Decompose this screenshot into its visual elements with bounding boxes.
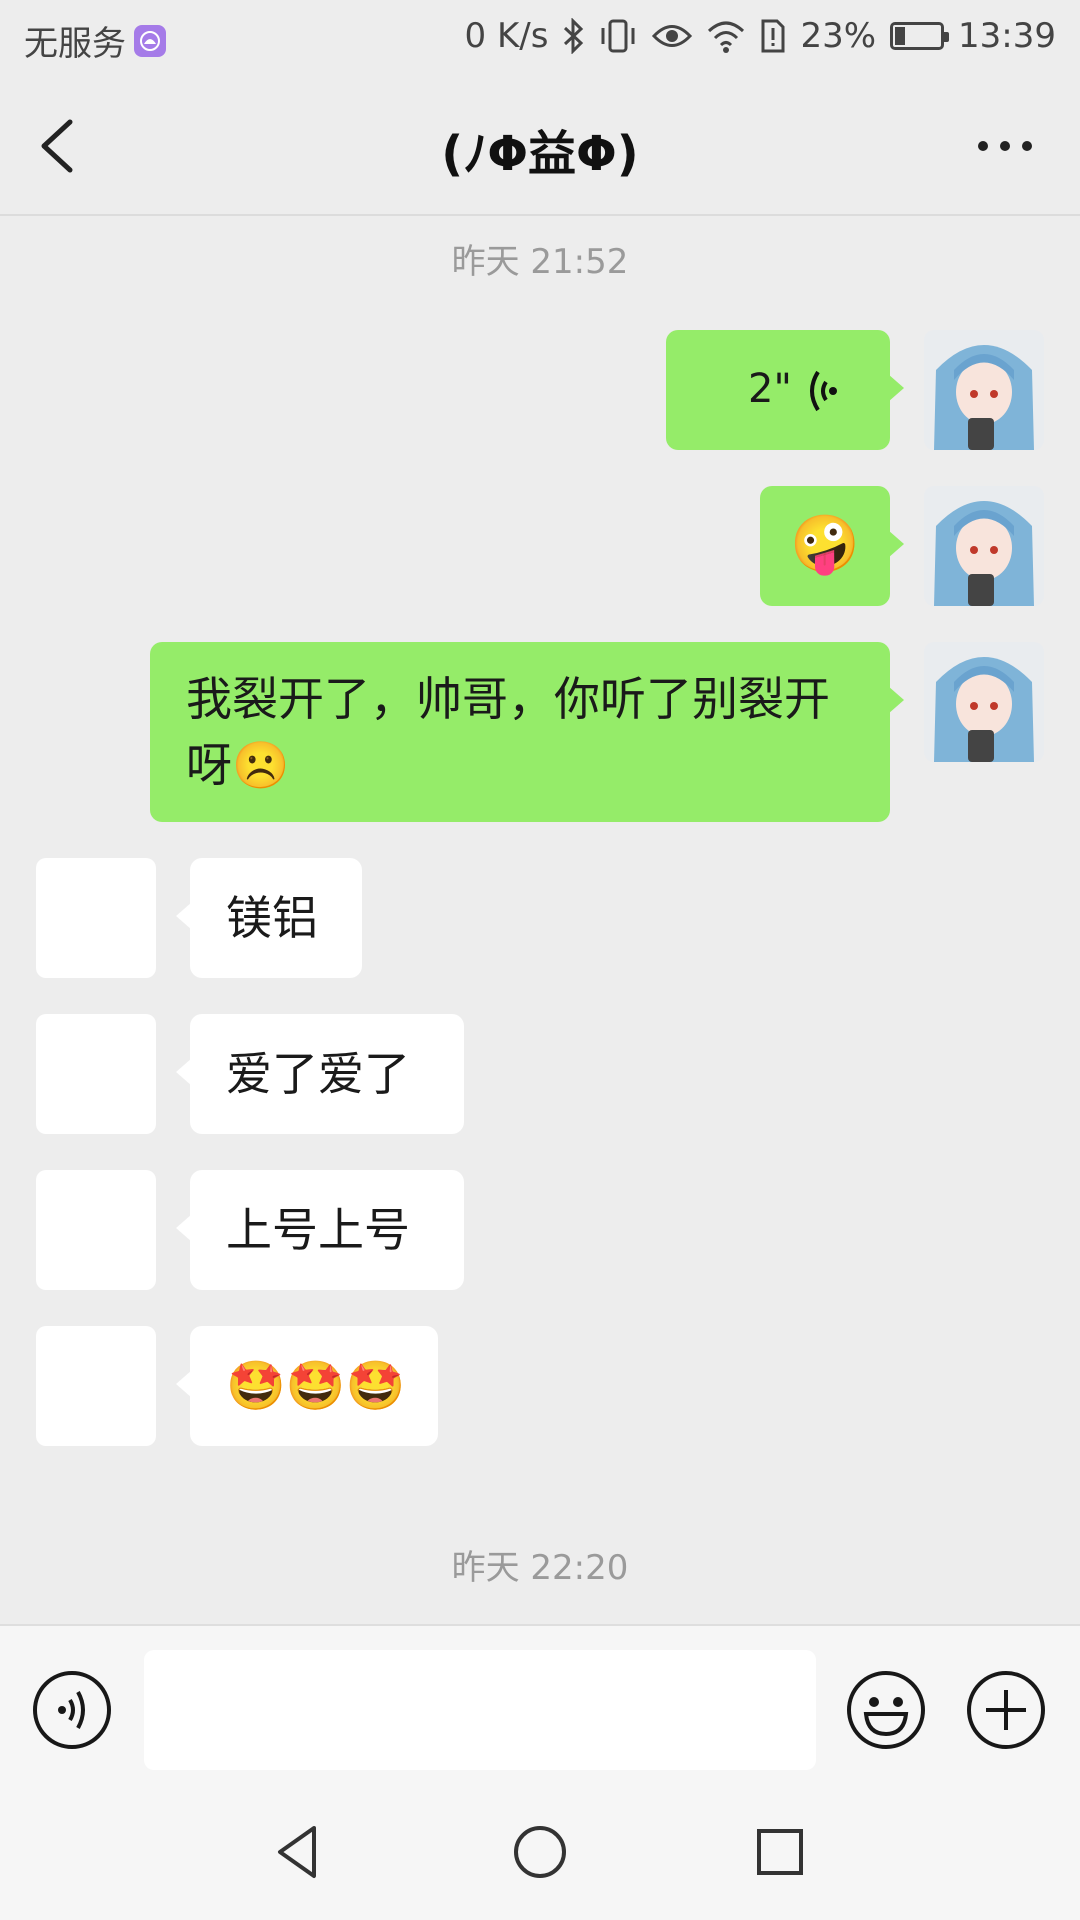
timestamp: 昨天 22:20 [451,1548,629,1588]
vibrate-icon [601,19,635,53]
carrier-app-icon [134,24,166,57]
battery-icon [890,22,950,50]
eye-icon [652,25,693,47]
clock: 13:39 [958,16,1056,56]
emoji-face-icon[interactable] [846,1670,926,1750]
plus-icon[interactable] [966,1670,1046,1750]
contact-avatar[interactable] [36,1326,156,1446]
contact-avatar[interactable] [36,1014,156,1134]
voice-message-bubble[interactable]: 2" [666,330,904,450]
more-dots-icon[interactable] [970,126,1040,166]
net-speed: 0 K/s [464,16,549,56]
system-nav-bar [0,1784,1080,1920]
battery-percent: 23% [800,16,877,56]
nav-recent-square-icon[interactable] [748,1820,812,1884]
chat-header: (ﾉΦ益Φ) [0,76,1080,216]
my-avatar[interactable] [924,486,1044,606]
text-message-bubble[interactable]: 镁铝 [176,858,362,978]
wifi-icon [708,21,745,53]
nav-home-circle-icon[interactable] [508,1820,572,1884]
voice-input-icon[interactable] [32,1670,112,1750]
contact-avatar[interactable] [36,858,156,978]
voice-wave-icon [810,370,837,412]
my-avatar[interactable] [924,330,1044,450]
emoji-message-bubble[interactable]: 🤪 [760,486,904,606]
text-message-bubble[interactable]: 爱了爱了 [176,1014,464,1134]
input-bar [0,1624,1080,1784]
text-message-bubble[interactable]: 我裂开了，帅哥，你听了别裂开呀☹️ [150,642,904,822]
sim-alert-icon [761,19,785,53]
text-message-bubble[interactable]: 上号上号 [176,1170,464,1290]
timestamp: 昨天 21:52 [451,242,629,282]
nav-back-triangle-icon[interactable] [268,1820,332,1884]
carrier-label: 无服务 [24,24,126,64]
message-input[interactable] [144,1650,816,1770]
emoji-message-bubble[interactable]: 🤩🤩🤩 [176,1326,438,1446]
contact-avatar[interactable] [36,1170,156,1290]
voice-duration: 2" [748,366,792,412]
my-avatar[interactable] [924,642,1044,762]
bluetooth-icon [564,18,584,54]
chat-title: (ﾉΦ益Φ) [441,126,639,182]
status-bar: 无服务 0 K/s 23% 13:39 [0,0,1080,76]
